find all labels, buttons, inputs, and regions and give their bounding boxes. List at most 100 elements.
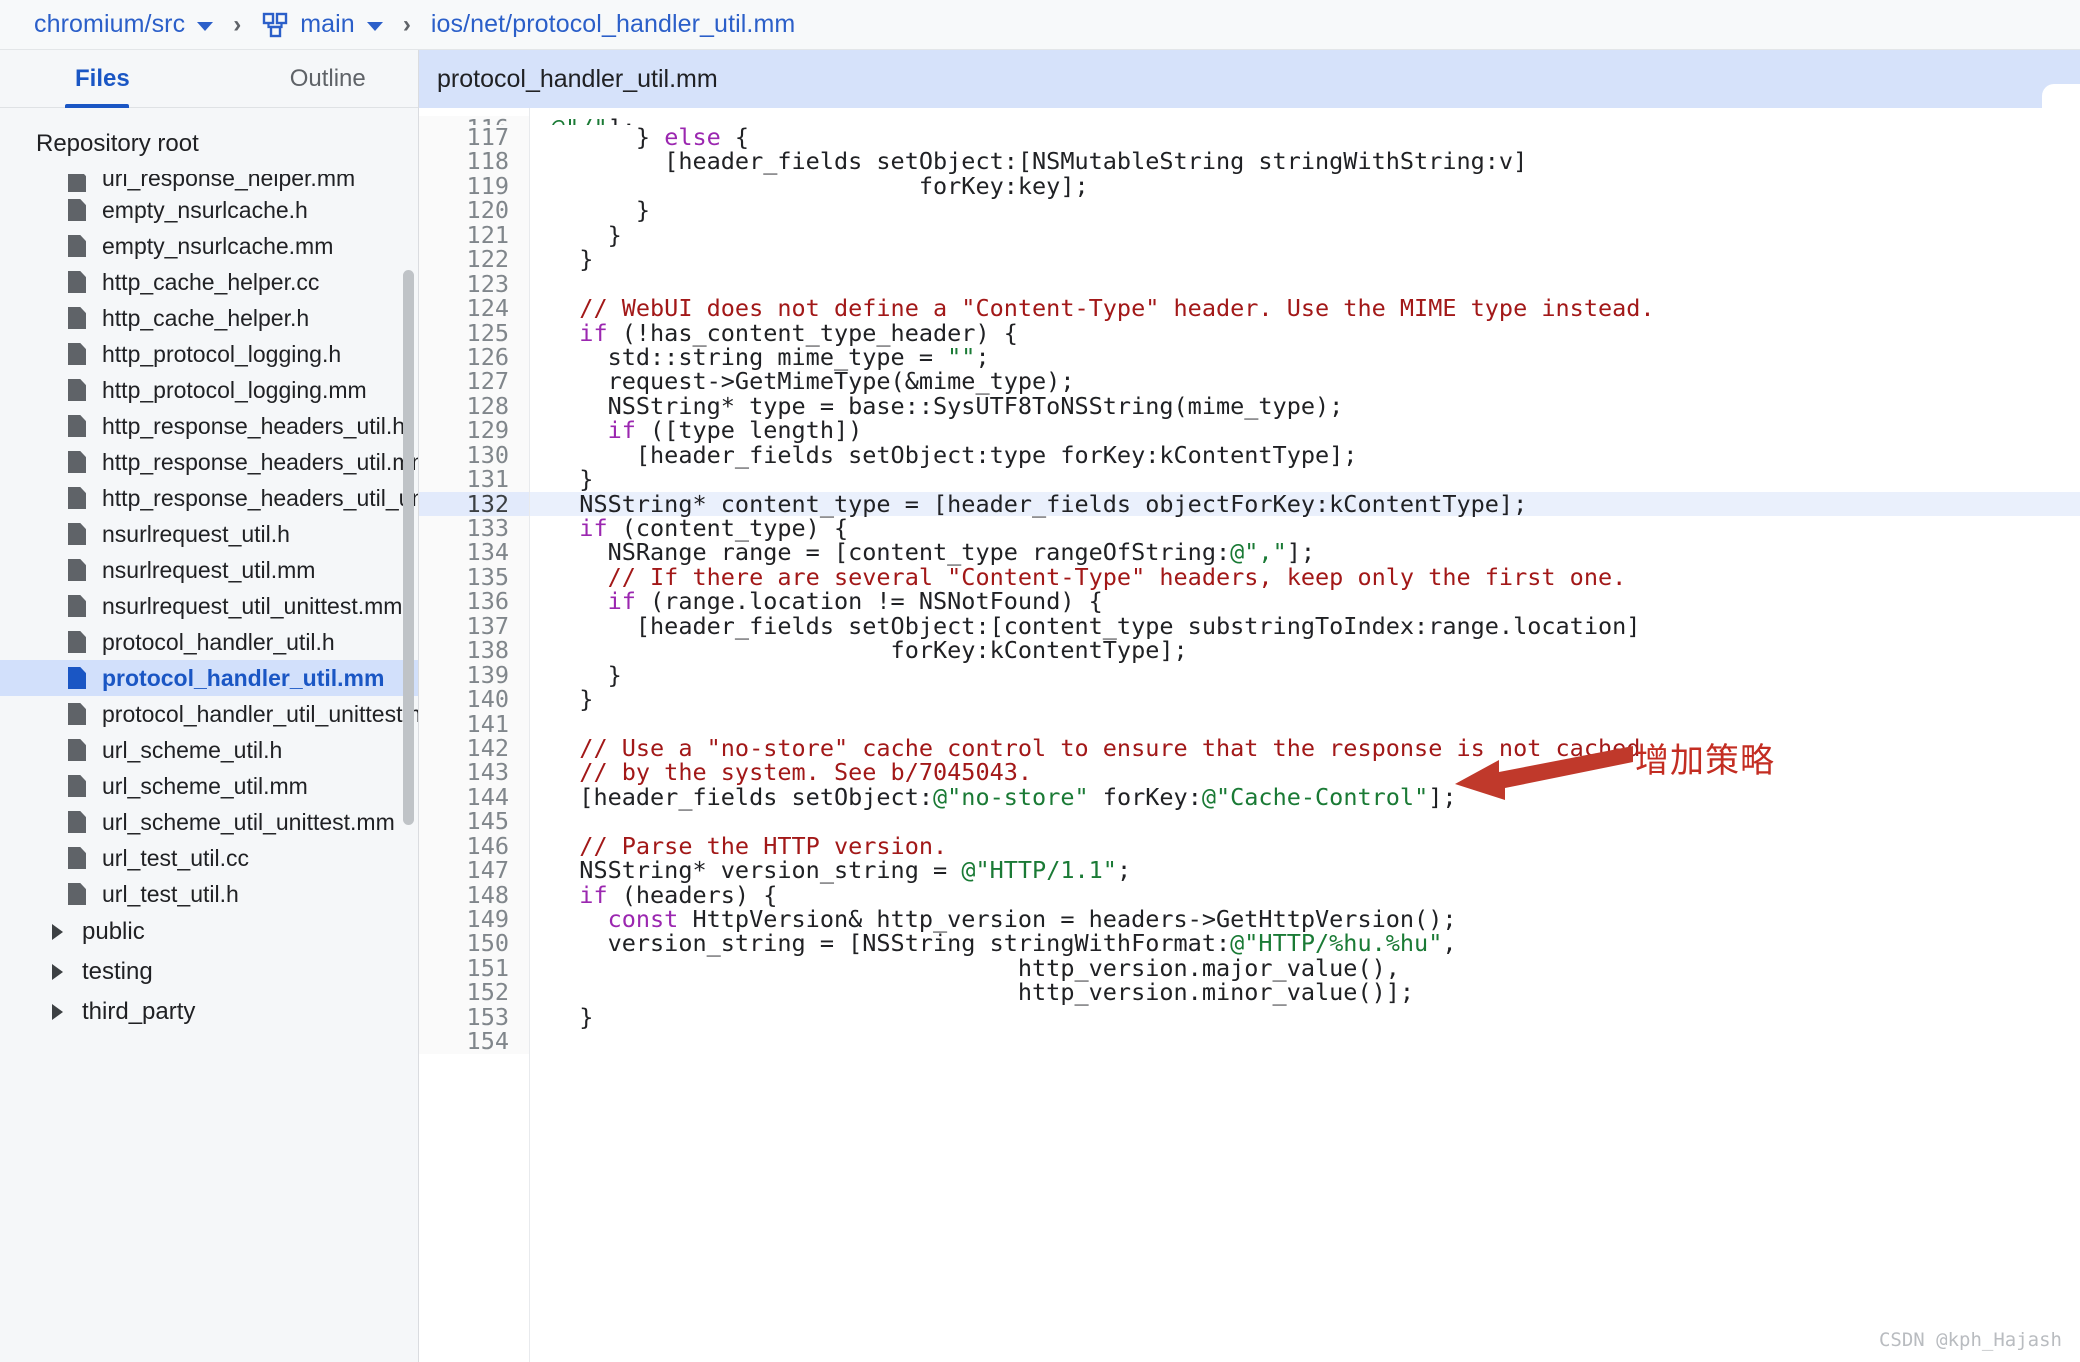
file-tree-item[interactable]: url_scheme_util_unittest.mm bbox=[0, 804, 418, 840]
line-source: [header_fields setObject:[NSMutableStrin… bbox=[551, 147, 1528, 176]
file-tree-item[interactable]: protocol_handler_util_unittest.mr bbox=[0, 696, 418, 732]
line-source: http_version.major_value(), bbox=[551, 953, 1400, 982]
file-tree-item[interactable]: url_scheme_util.h bbox=[0, 732, 418, 768]
line-source: // by the system. See b/7045043. bbox=[551, 758, 1033, 787]
chevron-right-icon[interactable] bbox=[52, 1004, 63, 1020]
file-tree-item[interactable]: url_test_util.cc bbox=[0, 840, 418, 876]
code-line: 152 http_version.minor_value()]; bbox=[419, 980, 2080, 1005]
breadcrumb-branch[interactable]: main bbox=[261, 10, 383, 39]
file-tree-item[interactable]: url_response_helper.mm bbox=[0, 174, 418, 192]
file-icon bbox=[68, 174, 86, 192]
sidebar-scrollbar-thumb[interactable] bbox=[403, 270, 414, 825]
code-line: 147 NSString* version_string = @"HTTP/1.… bbox=[419, 856, 2080, 885]
code-line: 125 if (!has_content_type_header) { bbox=[419, 320, 2080, 345]
file-tree-item-label: protocol_handler_util.mm bbox=[102, 664, 385, 691]
line-number: 136 bbox=[419, 589, 529, 614]
file-tree-item[interactable]: http_cache_helper.cc bbox=[0, 264, 418, 300]
line-source: [header_fields setObject:[content_type s… bbox=[551, 611, 1641, 640]
file-tree-item-label: protocol_handler_util_unittest.mr bbox=[102, 700, 418, 727]
editor-tab-protocol-handler-util[interactable]: protocol_handler_util.mm bbox=[437, 65, 718, 94]
file-icon bbox=[68, 379, 86, 401]
file-tree-item-label: empty_nsurlcache.h bbox=[102, 196, 308, 223]
line-number: 154 bbox=[419, 1029, 529, 1054]
code-viewport[interactable]: 116 @"/"]; 117 } else {118 [header_field… bbox=[419, 108, 2080, 1362]
directory-tree-item[interactable]: public bbox=[0, 912, 418, 952]
line-source: request->GetMimeType(&mime_type); bbox=[551, 367, 1075, 396]
line-number: 126 bbox=[419, 344, 529, 369]
breadcrumb-repo[interactable]: chromium/src bbox=[34, 10, 214, 39]
line-number: 119 bbox=[419, 173, 529, 198]
file-tree-item[interactable]: http_protocol_logging.h bbox=[0, 336, 418, 372]
line-number: 120 bbox=[419, 198, 529, 223]
file-tree-item-label: protocol_handler_util.h bbox=[102, 628, 335, 655]
chevron-right-icon[interactable] bbox=[52, 924, 63, 940]
line-number: 125 bbox=[419, 320, 529, 345]
file-tree[interactable]: url_response_helper.mm empty_nsurlcache.h… bbox=[0, 174, 418, 1362]
file-sidebar: Files Outline ❮| Repository root url_res… bbox=[0, 50, 446, 1362]
file-tree-item-label: http_response_headers_util.mm bbox=[102, 448, 418, 475]
code-line: 149 const HttpVersion& http_version = he… bbox=[419, 907, 2080, 931]
file-tree-item[interactable]: http_protocol_logging.mm bbox=[0, 372, 418, 408]
file-tree-item[interactable]: nsurlrequest_util.h bbox=[0, 516, 418, 552]
line-source: forKey:kContentType]; bbox=[551, 636, 1188, 665]
code-line: 153 } bbox=[419, 1004, 2080, 1029]
file-tree-item-label: http_protocol_logging.mm bbox=[102, 376, 367, 403]
line-source: if (headers) { bbox=[579, 880, 778, 909]
line-source: version_string = [NSString stringWithFor… bbox=[551, 929, 1457, 958]
file-tree-item[interactable]: http_response_headers_util.mm bbox=[0, 444, 418, 480]
line-source bbox=[529, 1029, 551, 1053]
code-line: 150 version_string = [NSString stringWit… bbox=[419, 929, 2080, 958]
chevron-down-icon[interactable] bbox=[197, 21, 214, 31]
tab-files[interactable]: Files bbox=[65, 65, 140, 93]
file-tree-item-label: url_test_util.cc bbox=[102, 844, 250, 871]
line-source: } else { bbox=[551, 123, 750, 151]
file-icon bbox=[68, 883, 86, 905]
file-tree-item-label: nsurlrequest_util_unittest.mm bbox=[102, 592, 403, 619]
file-tree-item-label: http_cache_helper.h bbox=[102, 304, 310, 331]
breadcrumb-path[interactable]: ios/net/protocol_handler_util.mm bbox=[431, 10, 796, 39]
line-number: 131 bbox=[419, 467, 529, 492]
file-tree-item[interactable]: http_cache_helper.h bbox=[0, 300, 418, 336]
file-tree-item-label: url_scheme_util.h bbox=[102, 736, 283, 763]
code-line: 128 NSString* type = base::SysUTF8ToNSSt… bbox=[419, 391, 2080, 420]
file-tree-item[interactable]: empty_nsurlcache.mm bbox=[0, 228, 418, 264]
file-tree-item[interactable]: url_test_util.h bbox=[0, 876, 418, 912]
file-tree-item[interactable]: url_scheme_util.mm bbox=[0, 768, 418, 804]
file-tree-item[interactable]: nsurlrequest_util.mm bbox=[0, 552, 418, 588]
code-line: 142 // Use a "no-store" cache control to… bbox=[419, 735, 2080, 760]
directory-tree-item[interactable]: testing bbox=[0, 952, 418, 992]
directory-tree-item-label: public bbox=[82, 918, 145, 945]
file-icon bbox=[68, 271, 86, 293]
file-tree-item[interactable]: protocol_handler_util.mm bbox=[0, 660, 418, 696]
file-tree-item[interactable]: http_response_headers_util_unitt bbox=[0, 480, 418, 516]
file-tree-item[interactable]: protocol_handler_util.h bbox=[0, 624, 418, 660]
directory-tree-item[interactable]: third_party bbox=[0, 992, 418, 1032]
code-line: 151 http_version.major_value(), bbox=[419, 953, 2080, 982]
file-tree-item-label: nsurlrequest_util.h bbox=[102, 520, 290, 547]
file-tree-item[interactable]: empty_nsurlcache.h bbox=[0, 192, 418, 228]
line-source: NSString* type = base::SysUTF8ToNSString… bbox=[551, 391, 1344, 420]
line-number: 141 bbox=[419, 711, 529, 736]
code-line: 121 } bbox=[419, 222, 2080, 247]
line-source bbox=[529, 809, 551, 833]
file-icon bbox=[68, 307, 86, 329]
file-icon bbox=[68, 343, 86, 365]
chevron-down-icon[interactable] bbox=[366, 21, 383, 31]
file-icon bbox=[68, 559, 86, 581]
line-source: NSString* version_string = @"HTTP/1.1"; bbox=[551, 856, 1132, 885]
line-number: 139 bbox=[419, 662, 529, 687]
code-line: 126 std::string mime_type = ""; bbox=[419, 344, 2080, 369]
code-line: 132 NSString* content_type = [header_fie… bbox=[419, 491, 2080, 516]
line-number: 133 bbox=[419, 516, 529, 540]
code-editor: protocol_handler_util.mm 116 @"/"]; 117 … bbox=[419, 50, 2080, 1362]
file-icon bbox=[68, 415, 86, 437]
code-line: 144 [header_fields setObject:@"no-store"… bbox=[419, 784, 2080, 809]
gutter-divider bbox=[529, 108, 530, 1362]
code-line: 145 bbox=[419, 809, 2080, 834]
file-tree-item[interactable]: nsurlrequest_util_unittest.mm bbox=[0, 588, 418, 624]
file-tree-item[interactable]: http_response_headers_util.h bbox=[0, 408, 418, 444]
chevron-right-icon[interactable] bbox=[52, 964, 63, 980]
line-source bbox=[529, 272, 551, 296]
tab-outline[interactable]: Outline bbox=[280, 65, 376, 93]
line-source bbox=[529, 712, 551, 736]
